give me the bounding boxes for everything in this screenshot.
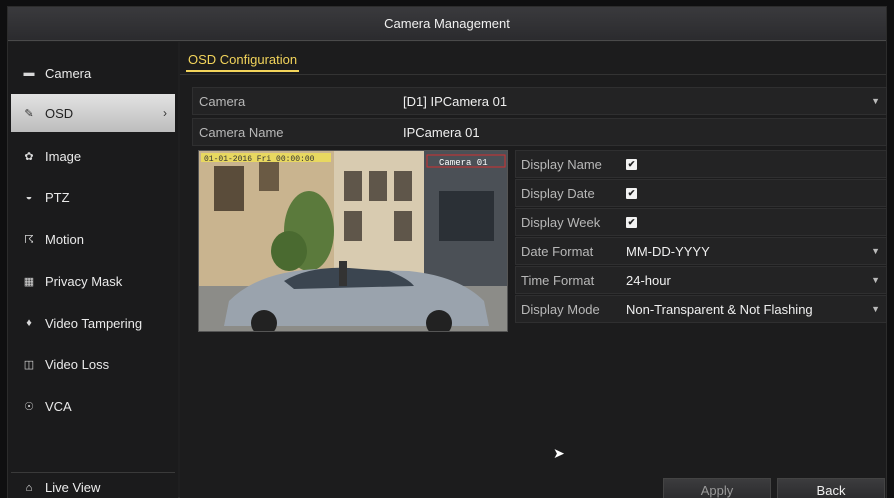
time-format-label: Time Format: [521, 272, 595, 288]
display-date-checkbox[interactable]: ✔: [626, 187, 637, 199]
live-view-label: Live View: [45, 480, 101, 495]
preview-overlay-camera-name: Camera 01: [439, 158, 488, 168]
display-name-label: Display Name: [521, 156, 602, 172]
sidebar-item-label: Motion: [45, 231, 85, 247]
sidebar-item-osd[interactable]: ✎ OSD ›: [11, 94, 175, 132]
vca-icon: ☉: [24, 400, 34, 413]
display-mode-value: Non-Transparent & Not Flashing: [626, 301, 813, 317]
sidebar-item-label: Image: [45, 148, 82, 164]
sidebar-item-camera[interactable]: ▬ Camera: [11, 54, 175, 92]
sidebar-item-label: Video Tampering: [45, 315, 143, 331]
camera-name-label: Camera Name: [199, 124, 284, 140]
sidebar-item-label: VCA: [45, 398, 72, 414]
live-view-button[interactable]: ⌂ Live View: [11, 472, 175, 498]
display-date-option[interactable]: Display Date ✔: [515, 179, 887, 207]
sidebar-item-label: Video Loss: [45, 356, 110, 372]
display-week-option[interactable]: Display Week ✔: [515, 208, 887, 236]
camera-name-field[interactable]: Camera Name IPCamera 01: [192, 118, 887, 146]
camera-preview: 01-01-2016 Fri 00:00:00 Camera 01: [198, 150, 508, 332]
privacy-mask-icon: ▦: [23, 275, 35, 288]
sidebar-item-ptz[interactable]: ◒ PTZ: [11, 178, 175, 216]
sidebar-item-video-tampering[interactable]: ♦ Video Tampering: [11, 304, 175, 342]
time-format-value: 24-hour: [626, 272, 671, 288]
camera-label: Camera: [199, 93, 246, 109]
tab-osd-configuration[interactable]: OSD Configuration: [186, 52, 300, 72]
image-icon: ✿: [24, 150, 34, 163]
sidebar-item-label: OSD: [45, 105, 74, 121]
chevron-down-icon: ▼: [871, 96, 880, 106]
sidebar-item-image[interactable]: ✿ Image: [11, 137, 175, 175]
sidebar-item-motion[interactable]: ☈ Motion: [11, 220, 175, 258]
camera-management-window: Camera Management ▬ Camera ✎ OSD › ✿ Ima…: [7, 6, 887, 498]
sidebar-item-label: PTZ: [45, 189, 70, 205]
camera-select[interactable]: Camera [D1] IPCamera 01 ▼: [192, 87, 887, 115]
preview-overlay-date: 01-01-2016 Fri 00:00:00: [204, 155, 315, 164]
chevron-down-icon: ▼: [871, 246, 880, 256]
camera-name-value: IPCamera 01: [403, 124, 480, 140]
main-content: OSD Configuration Camera [D1] IPCamera 0…: [180, 42, 887, 498]
display-mode-label: Display Mode: [521, 301, 600, 317]
sidebar-item-label: Privacy Mask: [45, 273, 123, 289]
chevron-down-icon: ▼: [871, 275, 880, 285]
preview-scene: 01-01-2016 Fri 00:00:00 Camera 01: [199, 151, 507, 331]
camera-value: [D1] IPCamera 01: [403, 93, 508, 109]
display-name-option[interactable]: Display Name ✔: [515, 150, 887, 178]
display-date-label: Display Date: [521, 185, 595, 201]
camera-icon: ▬: [23, 67, 35, 79]
sidebar-item-vca[interactable]: ☉ VCA: [11, 387, 175, 425]
date-format-select[interactable]: Date Format MM-DD-YYYY ▼: [515, 237, 887, 265]
display-name-checkbox[interactable]: ✔: [626, 158, 637, 170]
chevron-down-icon: ▼: [871, 304, 880, 314]
display-week-label: Display Week: [521, 214, 601, 230]
back-button[interactable]: Back: [777, 478, 885, 498]
motion-icon: ☈: [24, 233, 34, 246]
home-icon: ⌂: [25, 481, 33, 494]
window-title: Camera Management: [8, 7, 886, 41]
apply-button[interactable]: Apply: [663, 478, 771, 498]
mouse-cursor-icon: ➤: [553, 445, 565, 461]
display-week-checkbox[interactable]: ✔: [626, 216, 637, 228]
display-mode-select[interactable]: Display Mode Non-Transparent & Not Flash…: [515, 295, 887, 323]
osd-icon: ✎: [24, 107, 34, 120]
date-format-value: MM-DD-YYYY: [626, 243, 710, 259]
sidebar-item-label: Camera: [45, 65, 92, 81]
chevron-right-icon: ›: [163, 106, 167, 120]
sidebar-item-video-loss[interactable]: ◫ Video Loss: [11, 345, 175, 383]
date-format-label: Date Format: [521, 243, 594, 259]
ptz-icon: ◒: [25, 191, 33, 203]
sidebar: ▬ Camera ✎ OSD › ✿ Image ◒ PTZ ☈ Motion …: [8, 42, 178, 498]
video-loss-icon: ◫: [23, 358, 35, 371]
time-format-select[interactable]: Time Format 24-hour ▼: [515, 266, 887, 294]
sidebar-item-privacy-mask[interactable]: ▦ Privacy Mask: [11, 262, 175, 300]
tab-divider: [180, 74, 886, 75]
video-tampering-icon: ♦: [26, 317, 32, 329]
